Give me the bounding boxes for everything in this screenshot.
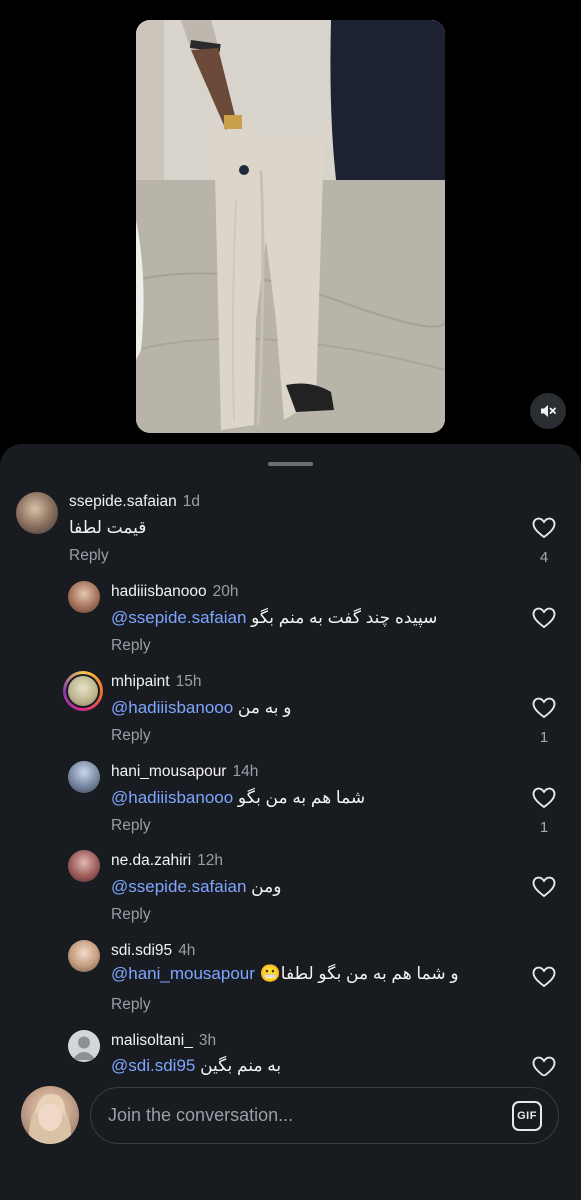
like-count: 1 bbox=[539, 819, 549, 836]
sheet-grabber-handle[interactable] bbox=[268, 462, 313, 466]
gif-icon: GIF bbox=[517, 1110, 537, 1122]
comment-header: hani_mousapour 14h bbox=[111, 763, 258, 781]
comment-username[interactable]: sdi.sdi95 bbox=[111, 942, 172, 959]
video-thumbnail bbox=[136, 20, 445, 433]
comment-text: @hadiiisbanooo شما هم به من بگو bbox=[111, 788, 365, 808]
default-user-icon bbox=[72, 1036, 96, 1060]
comment-username[interactable]: mhipaint bbox=[111, 673, 170, 690]
comment-header: hadiiisbanooo 20h bbox=[111, 583, 239, 601]
comment-header: ne.da.zahiri 12h bbox=[111, 852, 223, 870]
video-player[interactable] bbox=[136, 20, 445, 433]
comment-input[interactable] bbox=[108, 1088, 498, 1143]
mention-link[interactable]: @sdi.sdi95 bbox=[111, 1056, 195, 1075]
heart-outline-icon[interactable] bbox=[532, 966, 556, 988]
reply-button[interactable]: Reply bbox=[111, 996, 151, 1014]
reply-button[interactable]: Reply bbox=[111, 817, 151, 835]
comment-username[interactable]: malisoltani_ bbox=[111, 1032, 193, 1049]
comment-header: sdi.sdi95 4h bbox=[111, 942, 195, 960]
heart-outline-icon[interactable] bbox=[532, 697, 556, 719]
comment-text: قيمت لطفا bbox=[69, 518, 146, 538]
avatar[interactable] bbox=[68, 581, 100, 613]
comment-text: @hani_mousapour و شما هم به من بگو لطفا😬 bbox=[111, 964, 459, 984]
mention-link[interactable]: @hadiiisbanooo bbox=[111, 788, 233, 807]
comment-username[interactable]: ssepide.safaian bbox=[69, 493, 177, 510]
comment-text-content: شما هم به من بگو bbox=[237, 788, 366, 807]
avatar[interactable] bbox=[63, 671, 103, 711]
comment-input-container[interactable]: GIF bbox=[90, 1087, 559, 1144]
comment-time: 14h bbox=[232, 763, 259, 780]
reply-button[interactable]: Reply bbox=[69, 547, 109, 565]
gif-button[interactable]: GIF bbox=[512, 1101, 542, 1131]
avatar[interactable] bbox=[16, 492, 58, 534]
comment-username[interactable]: hani_mousapour bbox=[111, 763, 226, 780]
heart-outline-icon[interactable] bbox=[532, 876, 556, 898]
reply-button[interactable]: Reply bbox=[111, 637, 151, 655]
comment-text: @ssepide.safaian سپیده چند گفت به منم بگ… bbox=[111, 608, 437, 628]
speaker-muted-icon bbox=[541, 405, 556, 417]
heart-outline-icon[interactable] bbox=[532, 787, 556, 809]
comment-text-content: ومن bbox=[251, 877, 282, 896]
heart-outline-icon[interactable] bbox=[532, 1056, 556, 1076]
avatar[interactable] bbox=[68, 940, 100, 972]
comment-text-content: و شما هم به من بگو لطفا😬 bbox=[259, 964, 459, 983]
mute-button[interactable] bbox=[530, 393, 566, 429]
comment-username[interactable]: hadiiisbanooo bbox=[111, 583, 207, 600]
comment-username[interactable]: ne.da.zahiri bbox=[111, 852, 191, 869]
comment-text: @ssepide.safaian ومن bbox=[111, 877, 281, 897]
like-count: 1 bbox=[539, 729, 549, 746]
comment-text: @sdi.sdi95 به منم بگین bbox=[111, 1056, 281, 1076]
mention-link[interactable]: @hani_mousapour bbox=[111, 964, 255, 983]
heart-outline-icon[interactable] bbox=[532, 607, 556, 629]
like-count: 4 bbox=[539, 549, 549, 566]
comment-time: 15h bbox=[175, 673, 202, 690]
comment-header: ssepide.safaian 1d bbox=[69, 493, 200, 511]
comment-time: 3h bbox=[198, 1032, 217, 1049]
comment-text-content: و به من bbox=[237, 698, 292, 717]
heart-outline-icon[interactable] bbox=[532, 517, 556, 539]
comment-text-content: قيمت لطفا bbox=[69, 518, 147, 537]
comment-time: 4h bbox=[178, 942, 196, 959]
reply-button[interactable]: Reply bbox=[111, 727, 151, 745]
comment-time: 20h bbox=[212, 583, 239, 600]
avatar[interactable] bbox=[68, 850, 100, 882]
mention-link[interactable]: @hadiiisbanooo bbox=[111, 698, 233, 717]
comment-time: 1d bbox=[182, 493, 200, 510]
comment-text: @hadiiisbanooo و به من bbox=[111, 698, 291, 718]
comment-header: mhipaint 15h bbox=[111, 673, 201, 691]
avatar-image bbox=[28, 1094, 72, 1144]
video-area bbox=[0, 0, 581, 450]
comment-text-content: به منم بگین bbox=[200, 1056, 282, 1075]
reply-button[interactable]: Reply bbox=[111, 906, 151, 924]
composer-bar: GIF bbox=[0, 1076, 581, 1200]
comment-header: malisoltani_ 3h bbox=[111, 1032, 216, 1050]
comment-time: 12h bbox=[197, 852, 224, 869]
mention-link[interactable]: @ssepide.safaian bbox=[111, 877, 246, 896]
avatar[interactable] bbox=[68, 1030, 100, 1062]
comment-text-content: سپیده چند گفت به منم بگو bbox=[251, 608, 438, 627]
current-user-avatar[interactable] bbox=[21, 1086, 79, 1144]
mention-link[interactable]: @ssepide.safaian bbox=[111, 608, 246, 627]
comment-reply-item: malisoltani_ 3h @sdi.sdi95 به منم بگین bbox=[0, 1029, 581, 1076]
avatar[interactable] bbox=[68, 761, 100, 793]
